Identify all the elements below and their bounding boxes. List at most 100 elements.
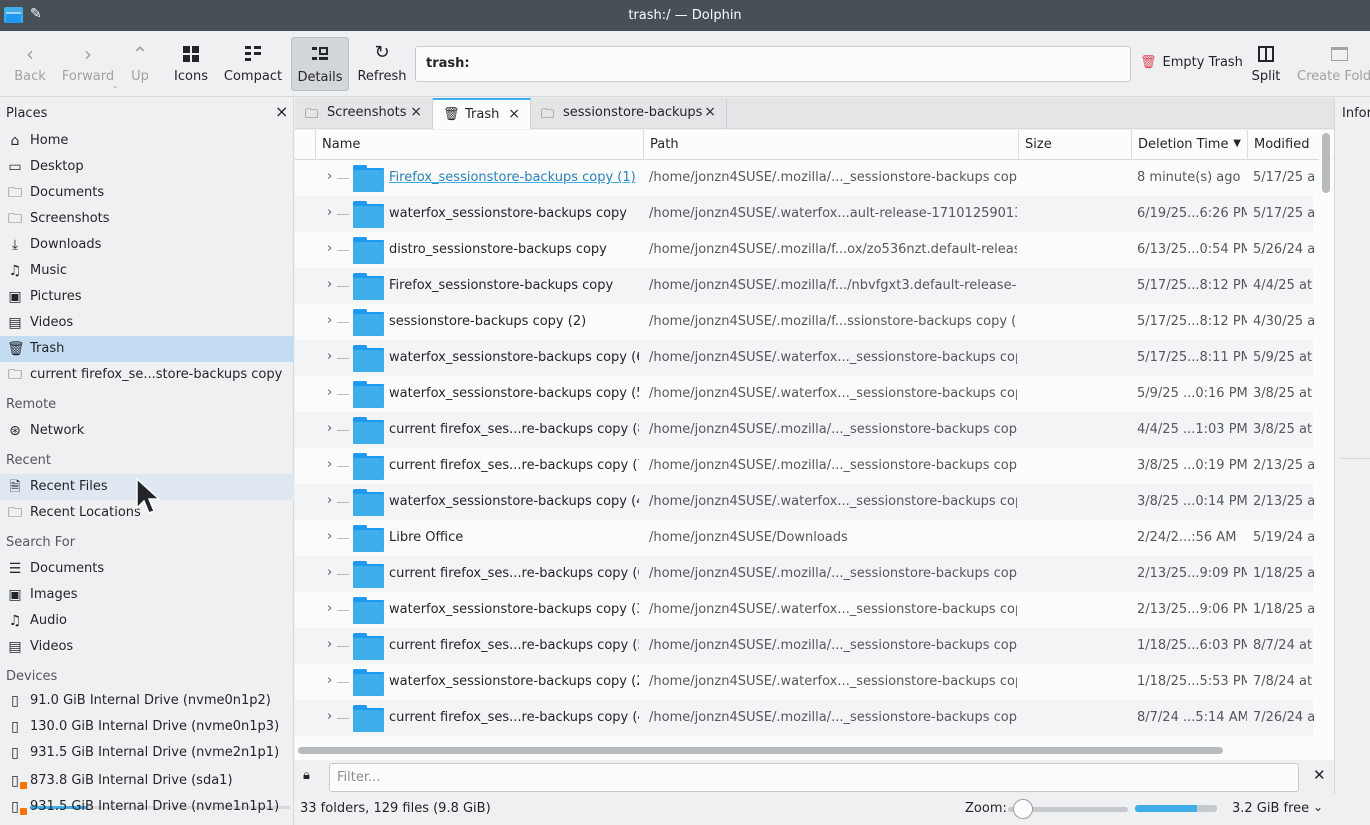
chevron-right-icon[interactable]: › bbox=[327, 709, 332, 724]
icons-view-button[interactable]: Icons bbox=[168, 37, 214, 91]
chevron-right-icon[interactable]: › bbox=[327, 385, 332, 400]
file-name[interactable]: waterfox_sessionstore-backups copy (3) bbox=[389, 602, 639, 617]
column-modified[interactable]: Modified bbox=[1247, 130, 1327, 160]
place-trash[interactable]: 🗑 Trash bbox=[0, 336, 294, 362]
file-name[interactable]: waterfox_sessionstore-backups copy (6) bbox=[389, 350, 639, 365]
file-name[interactable]: current firefox_ses...re-backups copy (4… bbox=[389, 710, 639, 725]
place-documents[interactable]: 🗀 Documents bbox=[0, 180, 294, 206]
file-name[interactable]: current firefox_ses...re-backups copy (7… bbox=[389, 458, 639, 473]
table-row[interactable]: › current firefox_ses...re-backups copy (… bbox=[295, 700, 1315, 736]
table-row[interactable]: › waterfox_sessionstore-backups copy (3) /… bbox=[295, 592, 1315, 628]
chevron-right-icon[interactable]: › bbox=[327, 421, 332, 436]
empty-trash-button[interactable]: 🗑 Empty Trash bbox=[1140, 55, 1243, 70]
create-folder-button[interactable]: Create Folder bbox=[1294, 37, 1370, 91]
table-row[interactable]: › waterfox_sessionstore-backups copy (6) /… bbox=[295, 340, 1313, 376]
chevron-right-icon[interactable]: › bbox=[327, 313, 332, 328]
chevron-right-icon[interactable]: › bbox=[327, 493, 332, 508]
table-row[interactable]: › Firefox_sessionstore-backups copy/home/… bbox=[295, 268, 1313, 304]
place-desktop[interactable]: ▭ Desktop bbox=[0, 154, 294, 180]
place-videos[interactable]: ▤ Videos bbox=[0, 310, 294, 336]
place-current-firefox[interactable]: 🗀 current firefox_se...store-backups copy bbox=[0, 362, 294, 388]
up-button[interactable]: ⌃ Up bbox=[124, 37, 156, 91]
file-view[interactable]: Name Path Size Deletion Time ▼ Modified ›… bbox=[295, 130, 1334, 760]
chevron-right-icon[interactable]: › bbox=[327, 529, 332, 544]
place-home[interactable]: ⌂ Home bbox=[0, 128, 294, 154]
chevron-right-icon[interactable]: › bbox=[327, 205, 332, 220]
place-network[interactable]: ⊛ Network bbox=[0, 418, 294, 444]
file-name[interactable]: current firefox_ses...re-backups copy (6… bbox=[389, 566, 639, 581]
details-view-button[interactable]: Details bbox=[291, 37, 349, 91]
device-nvme0n1p3[interactable]: ▯ 130.0 GiB Internal Drive (nvme0n1p3) bbox=[0, 714, 294, 740]
place-downloads[interactable]: ⤓ Downloads bbox=[0, 232, 294, 258]
search-audio[interactable]: ♫ Audio bbox=[0, 608, 294, 634]
table-row[interactable]: › waterfox_sessionstore-backups copy (5) /… bbox=[295, 376, 1313, 412]
chevron-right-icon[interactable]: › bbox=[327, 457, 332, 472]
table-row[interactable]: › Libre Office/home/jonzn4SUSE/Downloads 2… bbox=[295, 520, 1315, 556]
back-button[interactable]: ‹ Back bbox=[10, 37, 50, 91]
forward-button[interactable]: › Forward ⌄ bbox=[58, 37, 119, 91]
table-row[interactable]: › waterfox_sessionstore-backups copy (4) /… bbox=[295, 484, 1315, 520]
column-size[interactable]: Size bbox=[1018, 130, 1131, 160]
column-path[interactable]: Path bbox=[643, 130, 1018, 160]
device-nvme1n1p1[interactable]: ▯ 931.5 GiB Internal Drive (nvme1n1p1) bbox=[0, 794, 294, 820]
scrollbar-thumb[interactable] bbox=[1322, 133, 1330, 193]
compact-view-button[interactable]: Compact bbox=[222, 37, 284, 91]
chevron-right-icon[interactable]: › bbox=[327, 673, 332, 688]
split-button[interactable]: Split bbox=[1247, 37, 1285, 91]
zoom-slider-handle[interactable] bbox=[1013, 799, 1033, 819]
scrollbar-thumb[interactable] bbox=[298, 747, 1223, 754]
table-row[interactable]: › current firefox_ses...re-backups copy (… bbox=[295, 628, 1313, 664]
table-row[interactable]: › current firefox_ses...re-backups copy (… bbox=[295, 448, 1315, 484]
horizontal-scrollbar[interactable] bbox=[295, 744, 1319, 758]
chevron-right-icon[interactable]: › bbox=[327, 637, 332, 652]
location-bar[interactable]: trash: bbox=[415, 46, 1131, 82]
device-sda1[interactable]: ▯ 873.8 GiB Internal Drive (sda1) bbox=[0, 768, 294, 794]
file-name[interactable]: sessionstore-backups copy (2) bbox=[389, 314, 639, 329]
file-name[interactable]: Libre Office bbox=[389, 530, 639, 545]
chevron-right-icon[interactable]: › bbox=[327, 349, 332, 364]
lock-icon[interactable]: 🔒︎ bbox=[303, 768, 310, 783]
close-tab-icon[interactable]: × bbox=[410, 104, 422, 120]
free-space-label[interactable]: 3.2 GiB free bbox=[1232, 801, 1309, 816]
chevron-right-icon[interactable]: › bbox=[327, 241, 332, 256]
refresh-button[interactable]: ↻ Refresh bbox=[356, 37, 408, 91]
close-tab-icon[interactable]: × bbox=[508, 106, 520, 122]
file-name[interactable]: waterfox_sessionstore-backups copy bbox=[389, 206, 639, 221]
chevron-right-icon[interactable]: › bbox=[327, 601, 332, 616]
place-music[interactable]: ♫ Music bbox=[0, 258, 294, 284]
search-documents[interactable]: ☰ Documents bbox=[0, 556, 294, 582]
place-screenshots[interactable]: 🗀 Screenshots bbox=[0, 206, 294, 232]
file-name[interactable]: Firefox_sessionstore-backups copy (1) bbox=[389, 170, 639, 185]
column-name[interactable]: Name bbox=[315, 130, 643, 160]
table-row[interactable]: › waterfox_sessionstore-backups copy (2) /… bbox=[295, 664, 1313, 700]
vertical-scrollbar[interactable] bbox=[1319, 130, 1333, 740]
device-nvme0n1p2[interactable]: ▯ 91.0 GiB Internal Drive (nvme0n1p2) bbox=[0, 688, 294, 714]
file-name[interactable]: waterfox_sessionstore-backups copy (5) bbox=[389, 386, 639, 401]
file-name[interactable]: current firefox_ses...re-backups copy (8… bbox=[389, 422, 639, 437]
close-icon[interactable]: ✕ bbox=[1313, 766, 1326, 784]
close-icon[interactable]: × bbox=[275, 102, 288, 121]
file-name[interactable]: Firefox_sessionstore-backups copy bbox=[389, 278, 639, 293]
close-tab-icon[interactable]: × bbox=[704, 104, 716, 120]
table-row[interactable]: › sessionstore-backups copy (2) /home/jonz… bbox=[295, 304, 1315, 340]
tab-sessionstore-backups[interactable]: 🗀 sessionstore-backups × bbox=[531, 98, 727, 129]
table-row[interactable]: › distro_sessionstore-backups copy/home/j… bbox=[295, 232, 1315, 268]
table-row[interactable]: › current firefox_ses...re-backups copy (… bbox=[295, 556, 1315, 592]
tab-screenshots[interactable]: 🗀 Screenshots × bbox=[295, 98, 433, 129]
file-name[interactable]: current firefox_ses...re-backups copy (5… bbox=[389, 638, 639, 653]
table-row[interactable]: › waterfox_sessionstore-backups copy/home… bbox=[295, 196, 1315, 232]
search-images[interactable]: ▣ Images bbox=[0, 582, 294, 608]
search-videos[interactable]: ▤ Videos bbox=[0, 634, 294, 660]
column-deletion-time[interactable]: Deletion Time ▼ bbox=[1131, 130, 1247, 160]
file-name[interactable]: waterfox_sessionstore-backups copy (2) bbox=[389, 674, 639, 689]
filter-input[interactable]: Filter... bbox=[329, 763, 1299, 792]
chevron-right-icon[interactable]: › bbox=[327, 277, 332, 292]
place-pictures[interactable]: ▣ Pictures bbox=[0, 284, 294, 310]
chevron-down-icon[interactable]: ⌄ bbox=[1313, 800, 1323, 814]
tab-trash[interactable]: 🗑 Trash × bbox=[433, 98, 531, 129]
table-row[interactable]: › current firefox_ses...re-backups copy (… bbox=[295, 412, 1313, 448]
chevron-right-icon[interactable]: › bbox=[327, 565, 332, 580]
chevron-right-icon[interactable]: › bbox=[327, 169, 332, 184]
device-nvme2n1p1[interactable]: ▯ 931.5 GiB Internal Drive (nvme2n1p1) bbox=[0, 740, 294, 766]
file-name[interactable]: waterfox_sessionstore-backups copy (4) bbox=[389, 494, 639, 509]
